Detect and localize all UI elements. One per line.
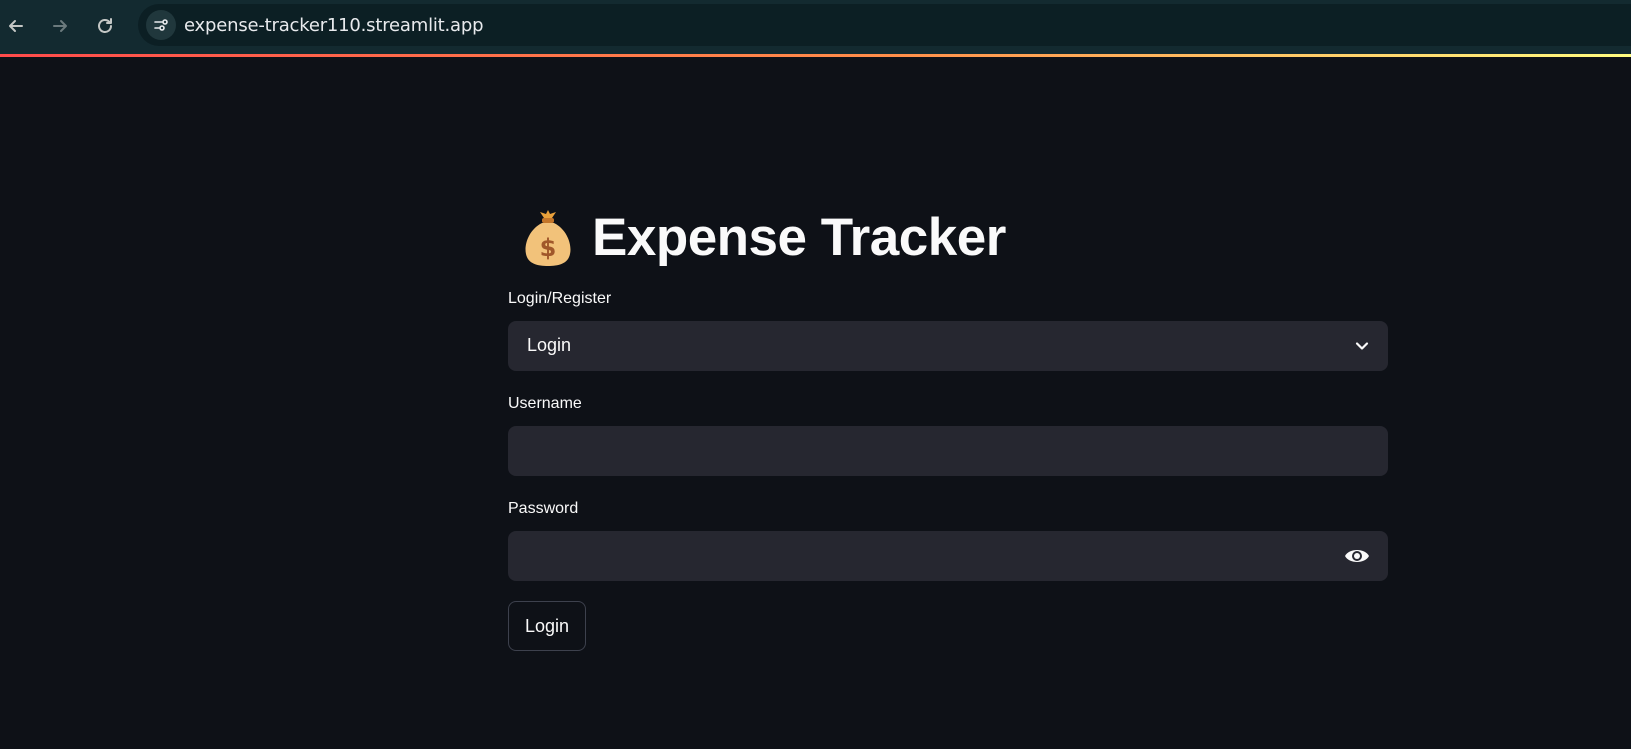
page-title: Expense Tracker (592, 207, 1006, 267)
address-bar[interactable]: expense-tracker110.streamlit.app (138, 4, 1631, 46)
username-label: Username (508, 395, 582, 412)
tune-icon (154, 19, 168, 31)
show-password-eye-icon[interactable] (1344, 545, 1370, 567)
chevron-down-icon (1355, 342, 1369, 350)
back-button[interactable] (0, 10, 32, 42)
password-label: Password (508, 500, 579, 517)
browser-toolbar: expense-tracker110.streamlit.app (0, 0, 1631, 54)
url-text[interactable]: expense-tracker110.streamlit.app (184, 15, 484, 36)
reload-button[interactable] (89, 10, 121, 42)
mode-select[interactable]: Login (508, 321, 1388, 371)
back-arrow-icon (9, 20, 23, 32)
username-field (508, 426, 1388, 476)
title-row: $ Expense Tracker (508, 202, 1006, 272)
forward-arrow-icon (53, 20, 67, 32)
money-bag-icon: $ (525, 210, 571, 266)
reload-icon (98, 18, 112, 33)
mode-select-label: Login/Register (508, 290, 612, 307)
username-input[interactable] (508, 426, 1388, 476)
app-page: $ Expense Tracker Login/Register Login U… (0, 57, 1631, 749)
login-button[interactable]: Login (508, 601, 586, 651)
forward-button[interactable] (44, 10, 76, 42)
password-field (508, 531, 1388, 581)
mode-select-value: Login (527, 335, 572, 355)
password-input[interactable] (508, 531, 1388, 581)
site-info-button[interactable] (146, 10, 176, 40)
svg-text:$: $ (540, 234, 557, 262)
